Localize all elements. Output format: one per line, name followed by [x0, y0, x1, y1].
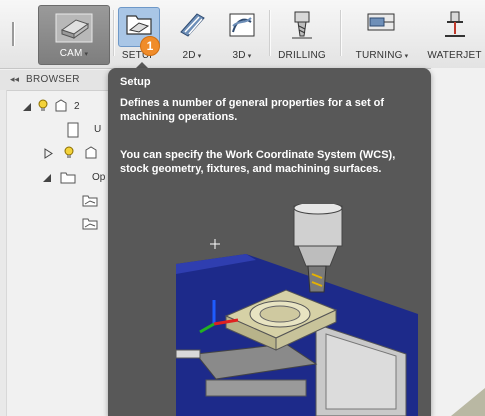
- lightbulb-icon[interactable]: [38, 99, 48, 113]
- component-icon: [85, 146, 97, 159]
- turning-icon: [367, 13, 395, 31]
- tooltip-description: Defines a number of general properties f…: [120, 97, 385, 123]
- tree-row-label: 2: [74, 101, 80, 112]
- setup-folder-icon: [82, 218, 98, 230]
- machining-setup-illustration: [176, 204, 418, 416]
- cam-workspace-button[interactable]: CAM ▾: [38, 5, 110, 65]
- tree-row-units[interactable]: U: [60, 121, 108, 139]
- 3d-label: 3D: [232, 50, 246, 61]
- drilling-button[interactable]: DRILLING: [273, 4, 331, 64]
- tree-row-operations[interactable]: Op: [40, 169, 108, 187]
- cam-toolbar: CAM ▾ SETUP 1 2D ▾ 3D ▾ DRILLING TURNING…: [0, 0, 485, 69]
- viewcube-edge: [451, 388, 485, 416]
- setup-button[interactable]: SETUP: [116, 4, 162, 64]
- expand-triangle-icon[interactable]: [22, 102, 32, 112]
- tooltip-title: Setup: [120, 76, 151, 88]
- tree-row-setup-2[interactable]: [78, 215, 108, 233]
- tree-row-document[interactable]: 2: [22, 98, 108, 116]
- 3d-button[interactable]: 3D ▾: [220, 4, 264, 64]
- collapse-browser-icon[interactable]: ◂◂: [10, 74, 19, 85]
- cam-workspace-icon: [55, 13, 93, 43]
- lightbulb-icon[interactable]: [64, 146, 74, 160]
- panel-edge: [0, 90, 7, 416]
- 2d-button[interactable]: 2D ▾: [170, 4, 214, 64]
- tree-row-label: U: [94, 124, 102, 135]
- toolbar-separator: [340, 10, 342, 56]
- tree-row-label: Op: [92, 172, 106, 183]
- step-badge: 1: [140, 36, 160, 56]
- 2d-milling-icon: [180, 13, 205, 37]
- setup-tooltip: Setup Defines a number of general proper…: [108, 68, 431, 416]
- turning-button[interactable]: TURNING ▾: [345, 4, 419, 64]
- browser-header[interactable]: ◂◂ BROWSER: [0, 70, 110, 91]
- setup-icon: [126, 15, 152, 35]
- drill-icon: [292, 11, 312, 39]
- toolbar-separator: [269, 10, 271, 56]
- waterjet-label: WATERJET: [427, 50, 482, 61]
- drilling-label: DRILLING: [278, 50, 326, 61]
- toolbar-separator: [113, 10, 115, 56]
- waterjet-icon: [444, 11, 465, 37]
- cam-label: CAM: [59, 48, 83, 59]
- expand-triangle-icon[interactable]: [43, 148, 53, 159]
- 3d-milling-icon: [229, 13, 255, 37]
- folder-icon: [60, 172, 76, 184]
- canvas-area[interactable]: [431, 68, 485, 416]
- expand-triangle-icon[interactable]: [42, 173, 52, 183]
- browser-title: BROWSER: [26, 74, 80, 85]
- document-icon: [67, 122, 79, 138]
- tooltip-detail: You can specify the Work Coordinate Syst…: [120, 149, 396, 175]
- setup-folder-icon: [82, 195, 98, 207]
- tree-row-setup-1[interactable]: [78, 192, 108, 210]
- tree-row-bodies[interactable]: [40, 145, 108, 163]
- 2d-label: 2D: [182, 50, 196, 61]
- turning-label: TURNING: [355, 50, 403, 61]
- waterjet-button[interactable]: WATERJET: [424, 4, 485, 64]
- toolbar-grip[interactable]: [12, 22, 15, 46]
- component-icon: [55, 99, 67, 112]
